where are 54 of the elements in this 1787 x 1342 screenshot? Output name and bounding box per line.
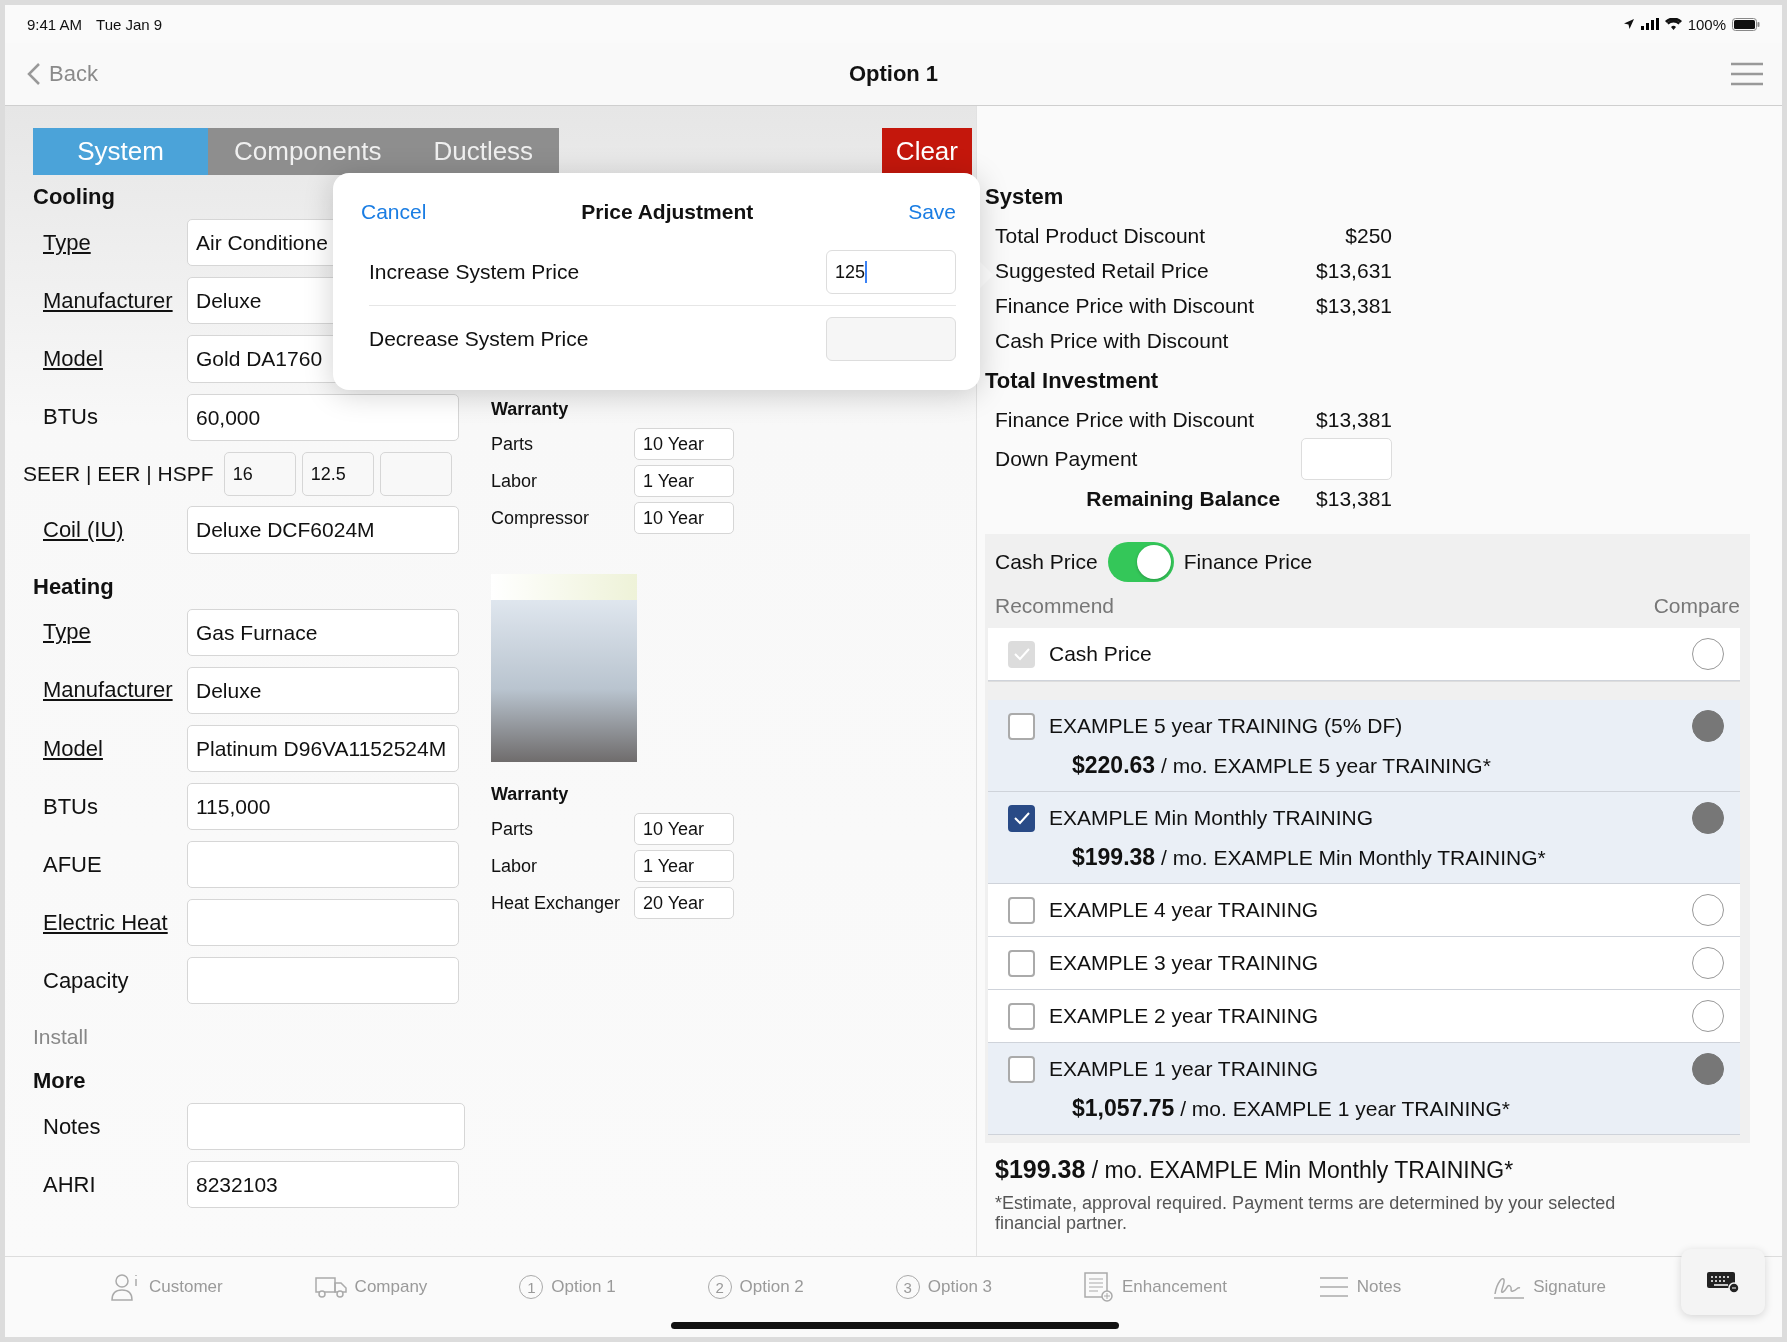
option-name: EXAMPLE 1 year TRAINING: [1049, 1057, 1320, 1081]
summary-label: Cash Price with Discount: [995, 328, 1230, 353]
section-heading: Total Investment: [985, 368, 1160, 394]
summary-label: Remaining Balance: [1085, 486, 1282, 511]
section-heading: System: [985, 184, 1065, 210]
column-label: Compare: [1653, 594, 1740, 618]
summary-label: Finance Price with Discount: [995, 407, 1256, 432]
warranty-label: Compressor: [491, 507, 591, 529]
selected-plan-price: $199.38 / mo. EXAMPLE Min Monthly TRAINING*: [995, 1155, 1515, 1184]
option-name: EXAMPLE 2 year TRAINING: [1049, 1004, 1320, 1028]
section-label: Install: [33, 1024, 89, 1051]
warranty-label: Labor: [491, 470, 539, 492]
section-heading: Cooling: [33, 183, 115, 211]
summary-value: $13,381: [1316, 407, 1392, 432]
popup-title: Price Adjustment: [581, 200, 754, 224]
option-price: $199.38 / mo. EXAMPLE Min Monthly TRAINING*: [1071, 844, 1547, 871]
option-name: Cash Price: [1049, 642, 1153, 666]
option-name: EXAMPLE 4 year TRAINING: [1049, 898, 1320, 922]
status-time: 9:41 AM: [27, 15, 83, 33]
status-date: Tue Jan 9: [96, 15, 163, 33]
field-label: BTUs: [42, 404, 99, 431]
warranty-label: Labor: [491, 855, 539, 877]
toggle-label: Finance Price: [1183, 550, 1313, 574]
summary-label: Down Payment: [995, 447, 1139, 471]
field-label: AHRI: [42, 1171, 97, 1198]
option-price: $220.63 / mo. EXAMPLE 5 year TRAINING*: [1071, 752, 1492, 779]
toggle-label: Cash Price: [995, 550, 1098, 574]
option-name: EXAMPLE Min Monthly TRAINING: [1049, 806, 1375, 830]
option-name: EXAMPLE 3 year TRAINING: [1049, 951, 1320, 975]
warranty-heading: Warranty: [491, 399, 570, 420]
field-label: Capacity: [42, 967, 130, 994]
field-label: AFUE: [42, 851, 103, 878]
section-heading: More: [33, 1067, 86, 1096]
warranty-label: Parts: [491, 433, 534, 455]
warranty-label: Parts: [491, 818, 534, 840]
disclaimer-text: *Estimate, approval required. Payment terms are determined by your selected financial partner.: [995, 1194, 1617, 1234]
option-name: EXAMPLE 5 year TRAINING (5% DF): [1049, 714, 1404, 738]
option-price: $1,057.75 / mo. EXAMPLE 1 year TRAINING*: [1071, 1095, 1512, 1122]
summary-value: $13,381: [1316, 293, 1392, 318]
summary-label: Total Product Discount: [995, 223, 1207, 248]
battery-percent: 100%: [1687, 15, 1726, 33]
warranty-label: Heat Exchanger: [491, 892, 622, 914]
screen-title: Option 1: [848, 61, 939, 86]
section-heading: Heating: [33, 572, 114, 601]
field-label: SEER | EER | HSPF: [22, 462, 214, 487]
warranty-heading: Warranty: [491, 784, 570, 805]
column-label: Recommend: [995, 594, 1115, 618]
summary-value: $13,631: [1316, 258, 1392, 283]
summary-value: $13,381: [1316, 486, 1392, 511]
summary-label: Suggested Retail Price: [995, 258, 1210, 283]
summary-label: Finance Price with Discount: [995, 293, 1256, 318]
summary-value: $250: [1345, 223, 1392, 248]
field-label: Notes: [42, 1113, 102, 1140]
field-label: BTUs: [42, 793, 99, 820]
